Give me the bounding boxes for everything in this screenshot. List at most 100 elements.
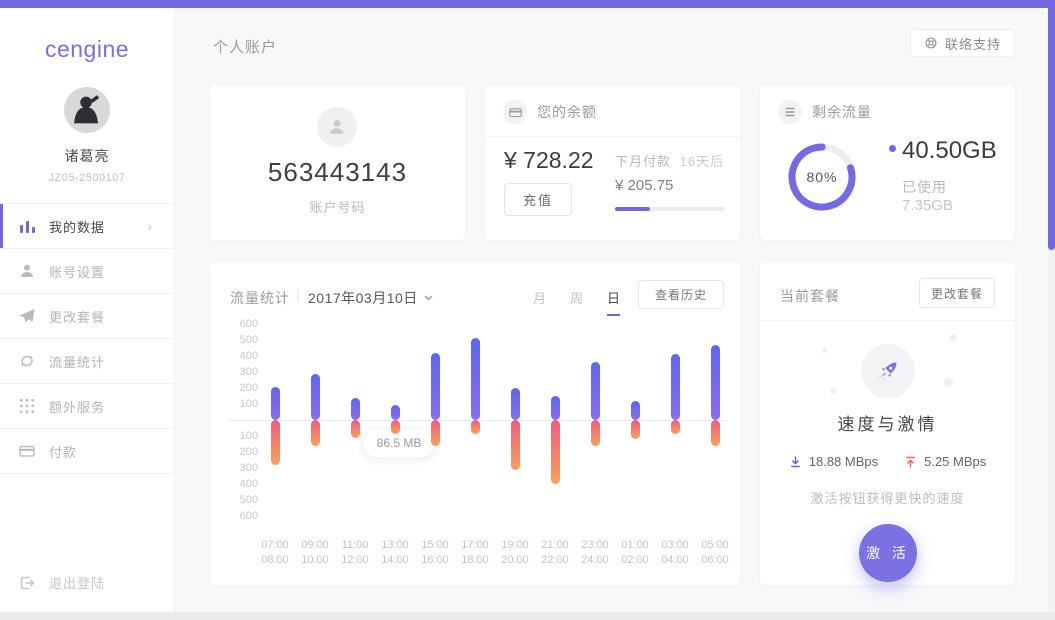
x-tick-label: 19:0020:00	[493, 538, 537, 568]
chart-bar-down[interactable]	[391, 420, 400, 434]
payment-progress-fill	[615, 207, 650, 211]
chart-bar-up[interactable]	[391, 405, 400, 420]
upload-icon	[904, 455, 917, 469]
chart-bar-up[interactable]	[591, 362, 600, 420]
sidebar-item-my-data[interactable]: 我的数据 ›	[0, 203, 174, 248]
chart-bar-down[interactable]	[591, 420, 600, 446]
next-payment-due: 16天后	[680, 154, 724, 169]
activate-button[interactable]: 激 活	[859, 524, 917, 582]
change-plan-button[interactable]: 更改套餐	[919, 278, 995, 308]
download-speed-value: 18.88 MBps	[809, 454, 878, 469]
chart-bar-up[interactable]	[431, 353, 440, 420]
recharge-button[interactable]: 充值	[504, 183, 572, 216]
chart-bar-down[interactable]	[311, 420, 320, 446]
y-tick-label: 400	[220, 478, 258, 490]
user-id: JZ05-2500107	[0, 172, 174, 184]
plan-name: 速度与激情	[760, 410, 1015, 435]
sidebar-item-label: 流量统计	[49, 352, 105, 371]
chart-bar-down[interactable]	[711, 420, 720, 446]
chart-bar-down[interactable]	[431, 420, 440, 446]
chart-bar-up[interactable]	[471, 338, 480, 420]
plan-icon-bubble	[861, 344, 915, 398]
chart-bar-up[interactable]	[551, 396, 560, 420]
download-icon	[789, 455, 802, 469]
bullet-dot	[889, 145, 896, 152]
decorative-dot	[822, 348, 827, 353]
contact-support-label: 联络支持	[945, 34, 1001, 53]
chart-bar-up[interactable]	[671, 354, 680, 420]
chart-bar-up[interactable]	[711, 345, 720, 420]
data-usage-donut: 80%	[786, 141, 858, 213]
decorative-dot	[830, 388, 836, 394]
x-tick-label: 23:0024:00	[573, 538, 617, 568]
x-tick-label: 15:0016:00	[413, 538, 457, 568]
chart-bar-down[interactable]	[351, 420, 360, 438]
used-data-label: 已使用	[902, 177, 947, 197]
next-payment-label: 下月付款	[615, 154, 671, 169]
y-tick-label: 400	[220, 350, 258, 362]
bar-chart-icon	[19, 218, 35, 234]
y-tick-label: 500	[220, 334, 258, 346]
payment-progress-track	[615, 207, 725, 211]
contact-support-button[interactable]: 联络支持	[910, 29, 1015, 57]
x-tick-label: 09:0010:00	[293, 538, 337, 568]
credit-card-icon	[503, 100, 527, 124]
chart-bar-up[interactable]	[631, 401, 640, 420]
upload-speed-value: 5.25 MBps	[924, 454, 986, 469]
account-number-card: 563443143 账户号码	[210, 85, 465, 240]
y-tick-label: 200	[220, 446, 258, 458]
sidebar-item-change-plan[interactable]: 更改套餐	[0, 293, 174, 338]
sidebar-item-account-settings[interactable]: 账号设置	[0, 248, 174, 293]
chart-bar-up[interactable]	[311, 374, 320, 420]
chart-bar-down[interactable]	[671, 420, 680, 434]
sidebar-item-traffic-stats[interactable]: 流量统计	[0, 338, 174, 383]
chart-bar-up[interactable]	[351, 398, 360, 420]
chart-tooltip: 86.5 MB	[362, 428, 436, 458]
x-tick-label: 13:0014:00	[373, 538, 417, 568]
sidebar-item-label: 付款	[49, 442, 77, 461]
divider	[760, 320, 1015, 321]
user-icon	[317, 107, 357, 147]
scrollbar-thumb[interactable]	[1048, 0, 1055, 250]
chart-bar-up[interactable]	[271, 387, 280, 420]
rocket-icon	[876, 359, 900, 383]
x-tick-label: 03:0004:00	[653, 538, 697, 568]
lifebuoy-icon	[924, 36, 938, 50]
top-accent-bar	[0, 0, 1055, 8]
donut-percent-label: 80%	[786, 141, 858, 213]
x-tick-label: 05:0006:00	[693, 538, 737, 568]
chart-bar-down[interactable]	[551, 420, 560, 484]
brand-logo: cengine	[0, 36, 174, 63]
sidebar: cengine 诸葛亮 JZ05-2500107 我的数据 ›	[0, 8, 175, 612]
sidebar-item-label: 额外服务	[49, 397, 105, 416]
logout-button[interactable]: 退出登陆	[19, 573, 105, 592]
sidebar-item-label: 账号设置	[49, 262, 105, 281]
sidebar-item-extra-services[interactable]: 额外服务	[0, 383, 174, 428]
x-tick-label: 07:0008:00	[253, 538, 297, 568]
x-tick-label: 11:0012:00	[333, 538, 377, 568]
sidebar-item-label: 更改套餐	[49, 307, 105, 326]
traffic-chart-card: 流量统计 | 2017年03月10日 月 周 日 查看历史 86.5 MB 10…	[210, 262, 740, 585]
chevron-right-icon: ›	[147, 218, 152, 234]
y-tick-label: 600	[220, 318, 258, 330]
x-tick-label: 17:0018:00	[453, 538, 497, 568]
y-tick-label: 500	[220, 494, 258, 506]
upload-speed: 5.25 MBps	[904, 454, 986, 469]
credit-card-icon	[19, 443, 35, 459]
chart-bar-up[interactable]	[511, 388, 520, 420]
balance-card: 您的余额 ¥ 728.22 充值 下月付款 16天后 ¥ 205.75	[485, 85, 740, 240]
chart-bar-down[interactable]	[511, 420, 520, 470]
sidebar-item-payment[interactable]: 付款	[0, 428, 174, 473]
paper-plane-icon	[19, 308, 35, 324]
chart-bar-down[interactable]	[471, 420, 480, 434]
x-tick-label: 21:0022:00	[533, 538, 577, 568]
chart-bar-down[interactable]	[271, 420, 280, 465]
user-name: 诸葛亮	[0, 146, 174, 166]
user-icon	[19, 263, 35, 279]
sidebar-menu: 我的数据 › 账号设置 更改套餐	[0, 203, 174, 474]
next-payment-amount: ¥ 205.75	[615, 177, 673, 194]
chart-bar-down[interactable]	[631, 420, 640, 439]
account-number: 563443143	[210, 157, 465, 188]
y-tick-label: 200	[220, 382, 258, 394]
y-tick-label: 300	[220, 462, 258, 474]
